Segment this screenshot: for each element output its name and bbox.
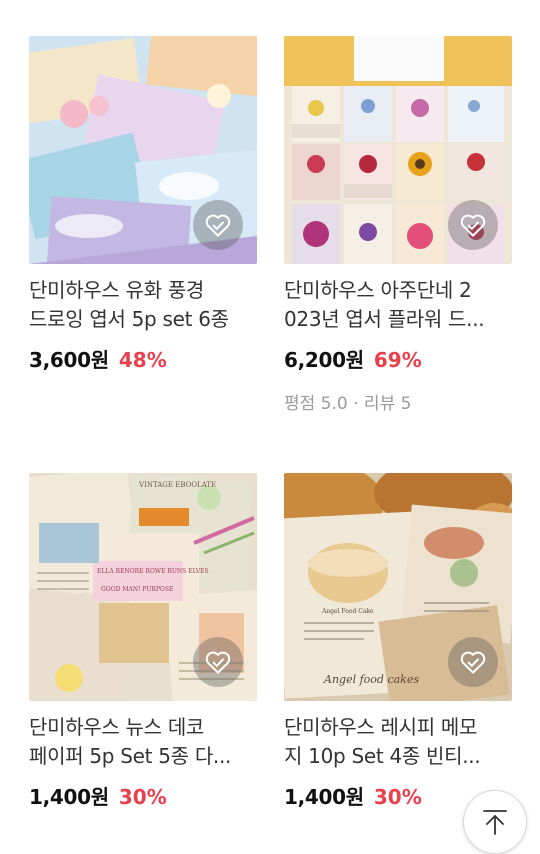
- product-thumbnail[interactable]: Angel Food Cake Angel food cakes: [284, 473, 512, 701]
- price-row: 1,400원 30%: [29, 781, 257, 810]
- product-title[interactable]: 단미하우스 유화 풍경 드로잉 엽서 5p set 6종: [29, 276, 257, 334]
- product-title-line: 페이퍼 5p Set 5종 다...: [29, 744, 232, 768]
- product-title-line: 단미하우스 아주단네 2: [284, 278, 472, 302]
- rating-review-count: 평점 5.0 · 리뷰 5: [284, 394, 412, 414]
- wishlist-button[interactable]: [193, 637, 243, 687]
- product-title-line: 단미하우스 레시피 메모: [284, 715, 478, 739]
- thumb-caption: Angel food cakes: [323, 673, 419, 686]
- heart-outline-icon: [460, 651, 486, 674]
- discount-rate: 30%: [118, 785, 167, 809]
- product-price: 1,400원: [29, 785, 109, 809]
- thumb-caption: ELLA RENORE ROWE RUNS ELVES: [97, 568, 209, 575]
- arrow-up-icon: [483, 810, 507, 835]
- product-title-line: 단미하우스 뉴스 데코: [29, 715, 205, 739]
- product-card[interactable]: 단미하우스 아주단네 2 023년 엽서 플라워 드... 6,200원 69%…: [284, 36, 512, 414]
- product-thumbnail[interactable]: VINTAGE EBOOLATE ELLA RENORE ROWE RUNS E…: [29, 473, 257, 701]
- wishlist-button[interactable]: [193, 200, 243, 250]
- product-title-line: 023년 엽서 플라워 드...: [284, 307, 485, 331]
- scroll-top-button[interactable]: [463, 790, 527, 854]
- heart-outline-icon: [460, 214, 486, 237]
- product-card[interactable]: Angel Food Cake Angel food cakes 단미하우스 레…: [284, 473, 512, 810]
- heart-outline-icon: [205, 214, 231, 237]
- discount-rate: 69%: [373, 348, 422, 372]
- price-row: 3,600원 48%: [29, 344, 257, 373]
- price-row: 6,200원 69%: [284, 344, 512, 373]
- product-thumbnail[interactable]: [29, 36, 257, 264]
- wishlist-button[interactable]: [448, 637, 498, 687]
- thumb-caption: Angel Food Cake: [321, 608, 374, 615]
- product-title[interactable]: 단미하우스 레시피 메모 지 10p Set 4종 빈티...: [284, 713, 512, 771]
- product-thumbnail[interactable]: [284, 36, 512, 264]
- product-price: 6,200원: [284, 348, 364, 372]
- product-card[interactable]: 단미하우스 유화 풍경 드로잉 엽서 5p set 6종 3,600원 48%: [29, 36, 257, 373]
- product-price: 1,400원: [284, 785, 364, 809]
- thumb-caption: GOOD MAN! PURPOSE: [101, 586, 173, 593]
- product-title-line: 드로잉 엽서 5p set 6종: [29, 307, 229, 331]
- wishlist-button[interactable]: [448, 200, 498, 250]
- product-price: 3,600원: [29, 348, 109, 372]
- product-title[interactable]: 단미하우스 뉴스 데코 페이퍼 5p Set 5종 다...: [29, 713, 257, 771]
- product-title-line: 단미하우스 유화 풍경: [29, 278, 205, 302]
- product-card[interactable]: VINTAGE EBOOLATE ELLA RENORE ROWE RUNS E…: [29, 473, 257, 810]
- discount-rate: 30%: [373, 785, 422, 809]
- discount-rate: 48%: [118, 348, 167, 372]
- thumb-caption: VINTAGE EBOOLATE: [138, 481, 216, 489]
- product-title[interactable]: 단미하우스 아주단네 2 023년 엽서 플라워 드...: [284, 276, 512, 334]
- heart-outline-icon: [205, 651, 231, 674]
- product-title-line: 지 10p Set 4종 빈티...: [284, 744, 481, 768]
